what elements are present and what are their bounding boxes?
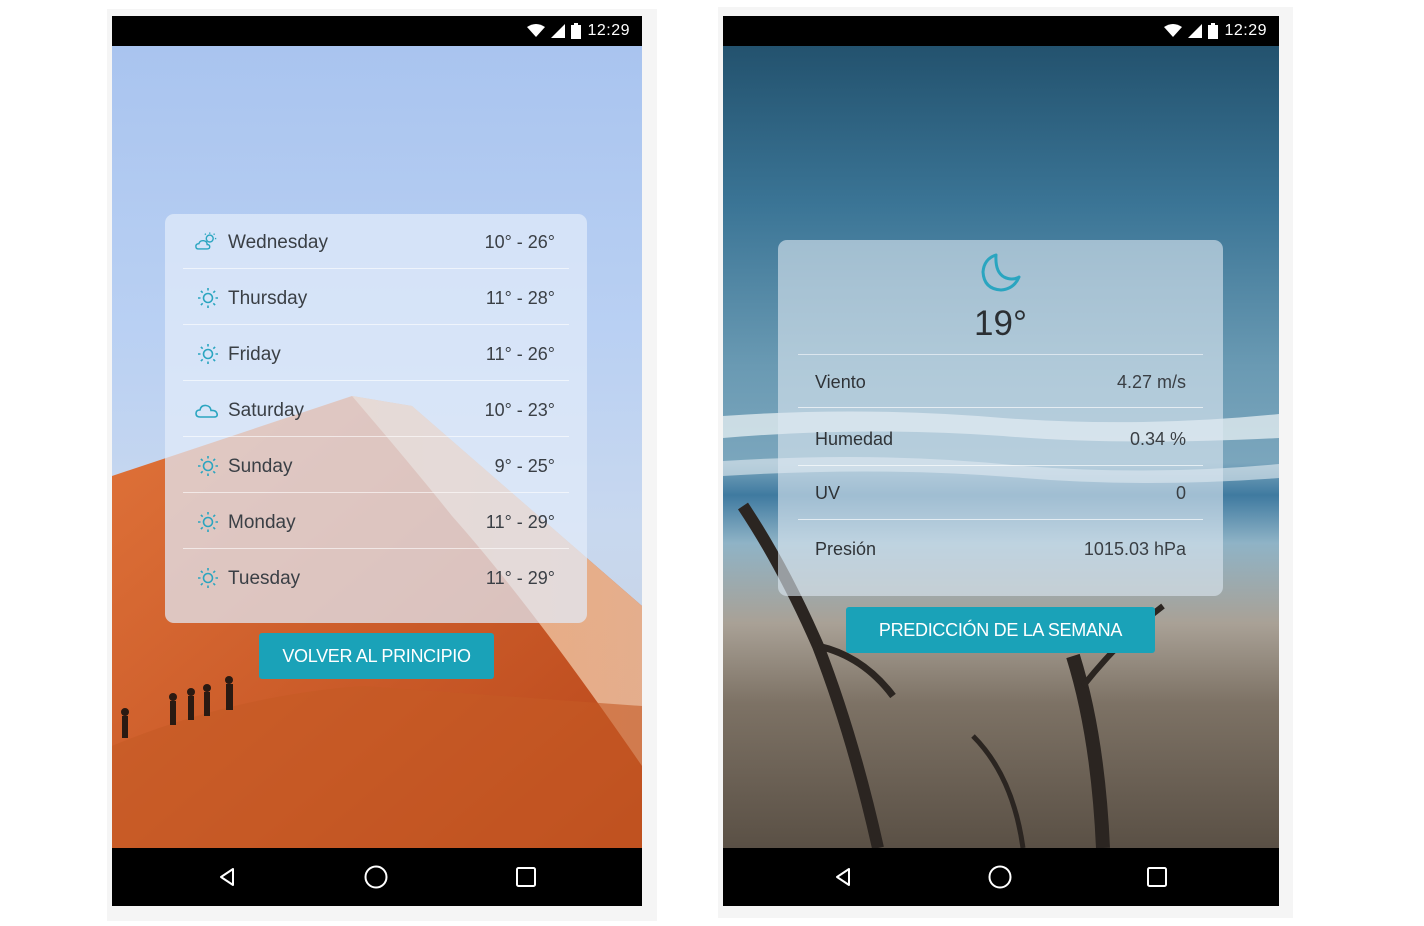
day-temp-range: 10° - 26° [484,232,555,252]
detail-label: Presión [815,539,877,559]
wifi-icon [527,24,546,37]
recents-nav-icon[interactable] [510,861,542,893]
partly-cloudy-icon [195,230,221,254]
detail-row-pressure: Presión 1015.03 hPa [798,522,1203,576]
forecast-row: Thursday 11° - 28° [183,270,569,325]
current-weather-screen: 19° Viento 4.27 m/s Humedad 0.34 % UV 0 … [723,46,1279,848]
day-temp-range: 11° - 29° [485,512,555,532]
signal-icon [1188,24,1203,38]
left-phone: 12:29 Wednesday 10° - 26° Thursday 11° -… [112,16,642,906]
back-nav-icon[interactable] [211,861,243,893]
status-bar: 12:29 [723,16,1279,46]
detail-row-humidity: Humedad 0.34 % [798,412,1203,466]
status-icons: 12:29 [527,21,630,41]
day-name: Saturday [228,400,305,421]
detail-value: 0 [1175,483,1186,503]
forecast-row: Monday 11° - 29° [183,494,569,549]
detail-value: 4.27 m/s [1116,372,1186,392]
day-temp-range: 11° - 28° [485,288,555,308]
day-temp-range: 11° - 26° [485,344,555,364]
signal-icon [551,24,566,38]
forecast-row: Tuesday 11° - 29° [183,550,569,605]
status-time: 12:29 [587,22,630,39]
forecast-row: Wednesday 10° - 26° [183,214,569,269]
weekly-forecast-card: Wednesday 10° - 26° Thursday 11° - 28° F… [165,214,587,623]
day-name: Wednesday [228,232,328,253]
day-temp-range: 9° - 25° [494,456,555,476]
detail-label: Viento [815,372,866,392]
forecast-row: Sunday 9° - 25° [183,438,569,493]
detail-value: 0.34 % [1129,429,1186,449]
sun-icon [195,342,221,366]
status-time: 12:29 [1224,22,1267,39]
home-nav-icon[interactable] [360,861,392,893]
status-icons: 12:29 [1164,21,1267,41]
detail-value: 1015.03 hPa [1083,539,1186,559]
navigation-bar [112,848,642,906]
home-nav-icon[interactable] [984,861,1016,893]
day-name: Thursday [228,288,308,309]
day-name: Sunday [228,456,293,477]
day-name: Friday [228,344,281,365]
day-name: Monday [228,512,296,533]
day-temp-range: 10° - 23° [484,400,555,420]
cloud-icon [195,398,221,422]
status-bar: 12:29 [112,16,642,46]
wifi-icon [1164,24,1183,37]
day-name: Tuesday [228,568,301,589]
sun-icon [195,454,221,478]
battery-icon [571,23,582,39]
forecast-row: Friday 11° - 26° [183,326,569,381]
moon-icon [973,248,1029,298]
weekly-forecast-button[interactable]: PREDICCIÓN DE LA SEMANA [846,607,1155,653]
battery-icon [1208,23,1219,39]
right-phone: 12:29 19° Viento 4.27 m/s Humedad 0.34 %… [723,16,1279,906]
back-to-start-button[interactable]: VOLVER AL PRINCIPIO [259,633,494,679]
forecast-screen: Wednesday 10° - 26° Thursday 11° - 28° F… [112,46,642,848]
sun-icon [195,566,221,590]
detail-row-uv: UV 0 [798,466,1203,520]
current-temperature: 19° [974,304,1027,343]
forecast-row: Saturday 10° - 23° [183,382,569,437]
detail-row-wind: Viento 4.27 m/s [798,354,1203,408]
sun-icon [195,286,221,310]
navigation-bar [723,848,1279,906]
current-weather-card: 19° Viento 4.27 m/s Humedad 0.34 % UV 0 … [778,240,1223,596]
sun-icon [195,510,221,534]
recents-nav-icon[interactable] [1141,861,1173,893]
detail-label: Humedad [815,429,894,449]
day-temp-range: 11° - 29° [485,568,555,588]
back-nav-icon[interactable] [827,861,859,893]
detail-label: UV [815,483,841,503]
